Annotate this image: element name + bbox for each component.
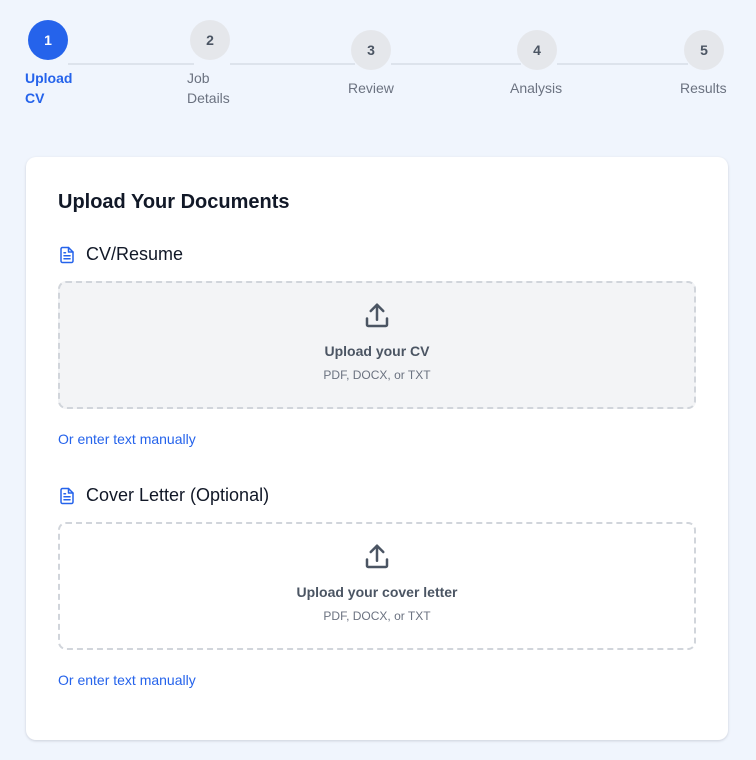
upload-icon [362, 301, 392, 331]
step-connector [230, 63, 355, 65]
progress-stepper: 1 Upload CV 2 Job Details 3 Review 4 Ana… [0, 0, 756, 120]
step-2-circle[interactable]: 2 [190, 20, 230, 60]
cover-letter-upload-title: Upload your cover letter [296, 584, 458, 600]
cover-letter-section-header: Cover Letter (Optional) [58, 485, 269, 506]
upload-icon [362, 542, 392, 572]
step-4-circle[interactable]: 4 [517, 30, 557, 70]
step-1-circle[interactable]: 1 [28, 20, 68, 60]
cover-letter-upload-formats: PDF, DOCX, or TXT [323, 609, 431, 623]
cv-section-title: CV/Resume [86, 244, 184, 264]
step-connector [68, 63, 194, 65]
cv-manual-entry-link[interactable]: Or enter text manually [58, 431, 196, 447]
step-3-circle[interactable]: 3 [351, 30, 391, 70]
cover-letter-manual-entry-link[interactable]: Or enter text manually [58, 672, 196, 688]
step-3-label: Review [348, 80, 394, 96]
card-title: Upload Your Documents [58, 191, 290, 213]
step-connector [391, 63, 521, 65]
step-1-label: Upload CV [25, 70, 73, 106]
cover-letter-upload-dropzone[interactable]: Upload your cover letter PDF, DOCX, or T… [58, 522, 696, 650]
cv-upload-formats: PDF, DOCX, or TXT [323, 368, 431, 382]
file-text-icon [58, 246, 76, 264]
upload-card: Upload Your Documents CV/Resume Upload y… [26, 157, 728, 740]
cover-letter-section-title: Cover Letter (Optional) [86, 485, 270, 505]
cv-upload-title: Upload your CV [324, 343, 430, 359]
file-text-icon [58, 487, 76, 505]
step-connector [557, 63, 688, 65]
cv-section-header: CV/Resume [58, 244, 183, 265]
step-5-circle[interactable]: 5 [684, 30, 724, 70]
step-2-label: Job Details [187, 70, 230, 106]
step-4-label: Analysis [510, 80, 563, 96]
step-5-label: Results [680, 80, 727, 96]
cv-upload-dropzone[interactable]: Upload your CV PDF, DOCX, or TXT [58, 281, 696, 409]
